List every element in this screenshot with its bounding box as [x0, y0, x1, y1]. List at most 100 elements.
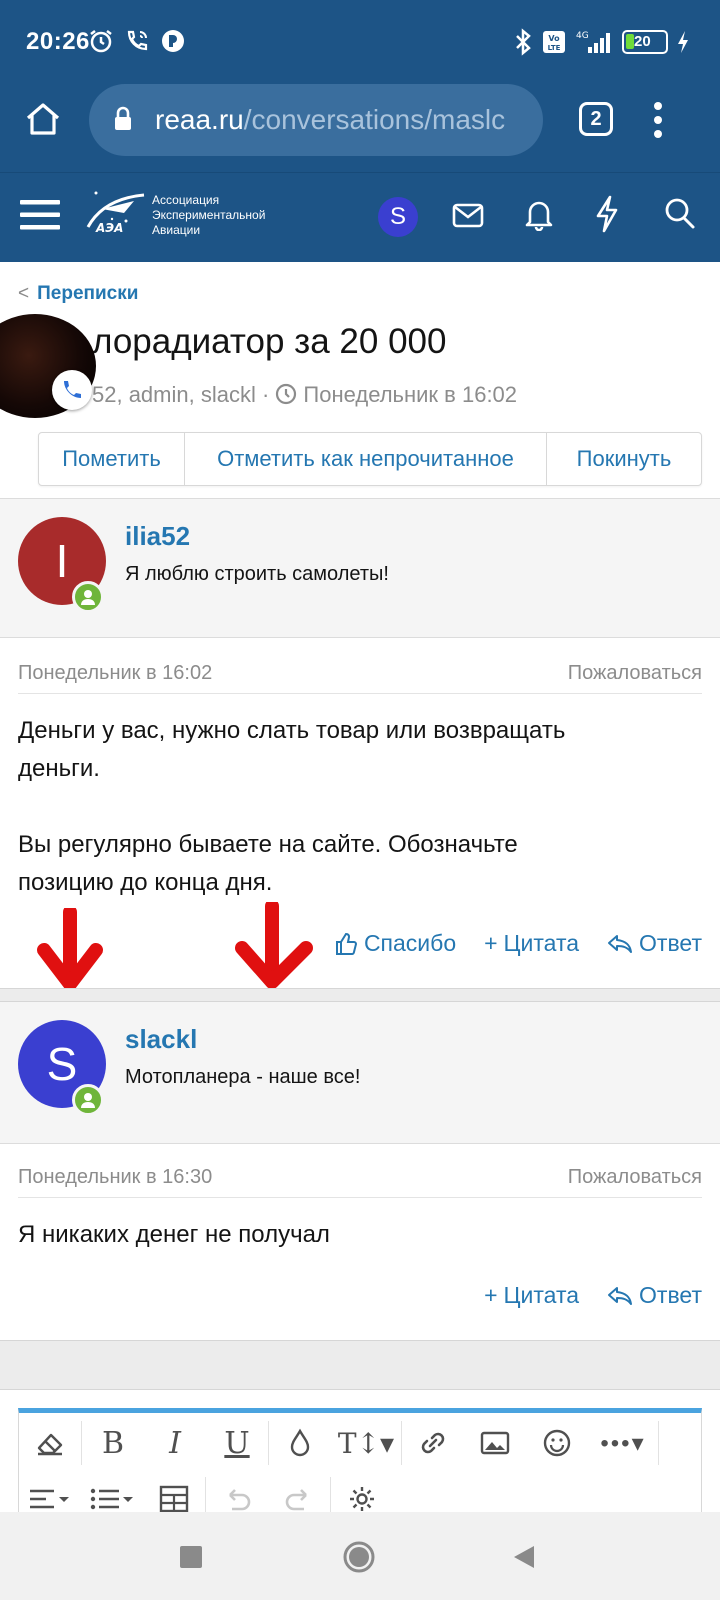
align-icon[interactable]: [19, 1471, 81, 1512]
emoji-icon[interactable]: [526, 1415, 588, 1471]
home-icon[interactable]: [24, 100, 62, 138]
quote-label: Цитата: [503, 930, 580, 956]
breadcrumb[interactable]: < Переписки: [18, 283, 138, 305]
mark-unread-button[interactable]: Отметить как непрочитанное: [185, 433, 547, 485]
bell-icon[interactable]: [524, 197, 554, 231]
author-name[interactable]: slackl: [125, 1024, 197, 1055]
home-button-icon[interactable]: [342, 1540, 376, 1574]
tab-switcher-button[interactable]: 2: [579, 102, 613, 136]
thanks-label: Спасибо: [363, 930, 457, 956]
reply-icon: [608, 934, 633, 953]
online-status-icon: [72, 1084, 104, 1116]
thanks-button[interactable]: Спасибо: [334, 930, 456, 957]
mark-button[interactable]: Пометить: [39, 433, 185, 485]
message-line: Деньги у вас, нужно слать товар или возв…: [18, 717, 566, 744]
status-bar: 20:26 Vo LTE 4G 20: [0, 0, 720, 84]
lock-icon: [115, 106, 131, 130]
recent-apps-button[interactable]: [180, 1546, 202, 1568]
lightning-icon[interactable]: [594, 195, 620, 233]
message-actions: Спасибо + Цитата Ответ: [334, 930, 702, 957]
italic-icon[interactable]: I: [144, 1415, 206, 1471]
message-body: Я никаких денег не получал: [18, 1216, 702, 1254]
avatar[interactable]: I: [18, 517, 106, 613]
chevron-left-icon: <: [18, 283, 30, 304]
text-size-icon[interactable]: T↕▾: [331, 1415, 401, 1471]
wifi-call-icon: [127, 30, 148, 51]
quote-button[interactable]: + Цитата: [484, 1282, 579, 1309]
site-header: АЭА Ассоциация Экспериментальной Авиации…: [0, 172, 720, 262]
url-domain: reaa.ru: [155, 104, 244, 135]
page-title: лорадиатор за 20 000: [92, 322, 447, 361]
logo-abbr: АЭА: [95, 221, 123, 235]
svg-text:LTE: LTE: [548, 44, 561, 52]
online-status-icon: [72, 581, 104, 613]
conversation-meta: 52, admin, slackl · Понедельник в 16:02: [92, 382, 517, 408]
site-logo-icon[interactable]: АЭА: [82, 187, 148, 235]
reply-icon: [608, 1286, 633, 1305]
table-icon[interactable]: [143, 1471, 205, 1512]
message-user-block: I ilia52 Я люблю строить самолеты!: [0, 498, 720, 638]
avatar[interactable]: S: [18, 1020, 106, 1116]
reply-button[interactable]: Ответ: [607, 930, 702, 957]
url-bar[interactable]: reaa.ru/conversations/maslc: [89, 84, 543, 156]
author-title: Я люблю строить самолеты!: [125, 563, 389, 585]
svg-text:Vo: Vo: [548, 34, 560, 43]
mail-icon[interactable]: [452, 203, 484, 229]
clock-icon: [276, 383, 297, 405]
message-user-block: S slackl Мотопланера - наше все!: [0, 1002, 720, 1144]
annotation-arrow: [37, 908, 103, 990]
reply-label: Ответ: [639, 930, 702, 956]
status-time: 20:26: [26, 28, 90, 55]
breadcrumb-link[interactable]: Переписки: [37, 283, 138, 304]
quote-button[interactable]: + Цитата: [484, 930, 579, 957]
bold-icon[interactable]: B: [82, 1415, 144, 1471]
underline-icon[interactable]: U: [206, 1415, 268, 1471]
conversation-time: Понедельник в 16:02: [303, 382, 518, 407]
toolbar-separator: [658, 1421, 659, 1465]
hamburger-menu-icon[interactable]: [20, 197, 62, 233]
avatar-initial: I: [55, 535, 69, 587]
author-name[interactable]: ilia52: [125, 521, 190, 552]
user-avatar-button[interactable]: S: [378, 197, 418, 237]
back-button-icon[interactable]: [512, 1544, 536, 1570]
message-line: позицию до конца дня.: [18, 869, 273, 896]
url-text: reaa.ru/conversations/maslc: [155, 104, 535, 136]
tab-count: 2: [590, 108, 602, 130]
list-icon[interactable]: [81, 1471, 143, 1512]
report-link[interactable]: Пожаловаться: [568, 662, 702, 685]
message-line: Вы регулярно бываете на сайте. Обозначьт…: [18, 831, 518, 858]
message-actions: + Цитата Ответ: [484, 1282, 702, 1309]
more-options-icon[interactable]: •••▾: [588, 1415, 658, 1471]
message-date[interactable]: Понедельник в 16:02: [18, 662, 212, 685]
site-logo-text: Ассоциация Экспериментальной Авиации: [152, 193, 265, 238]
logo-line: Авиации: [152, 223, 201, 237]
reply-button[interactable]: Ответ: [607, 1282, 702, 1309]
annotation-arrow: [235, 902, 313, 989]
url-path: /conversations/maslc: [243, 104, 506, 135]
redo-icon[interactable]: [268, 1471, 330, 1512]
reply-editor: B I U T↕▾ •••▾: [18, 1408, 702, 1512]
bluetooth-icon: [516, 28, 531, 56]
leave-button[interactable]: Покинуть: [547, 433, 701, 485]
search-icon[interactable]: [664, 197, 696, 231]
volte-icon: VoLTE: [543, 31, 565, 53]
more-menu-icon[interactable]: [652, 100, 664, 140]
eraser-icon[interactable]: [19, 1415, 81, 1471]
quote-label: Цитата: [503, 1282, 580, 1308]
battery-icon: 20: [622, 30, 668, 54]
link-icon[interactable]: [402, 1415, 464, 1471]
image-icon[interactable]: [464, 1415, 526, 1471]
undo-icon[interactable]: [206, 1471, 268, 1512]
message-date[interactable]: Понедельник в 16:30: [18, 1166, 212, 1189]
reply-label: Ответ: [639, 1282, 702, 1308]
message-divider: [0, 988, 720, 1002]
floating-call-bubble[interactable]: [0, 314, 96, 418]
message-meta: Понедельник в 16:02 Пожаловаться: [18, 650, 702, 694]
color-drop-icon[interactable]: [269, 1415, 331, 1471]
message-meta: Понедельник в 16:30 Пожаловаться: [18, 1154, 702, 1198]
call-badge[interactable]: [52, 370, 92, 410]
report-link[interactable]: Пожаловаться: [568, 1166, 702, 1189]
thumbs-up-icon: [335, 932, 357, 955]
signal-icon: 4G: [576, 31, 610, 53]
settings-gear-icon[interactable]: [331, 1471, 393, 1512]
